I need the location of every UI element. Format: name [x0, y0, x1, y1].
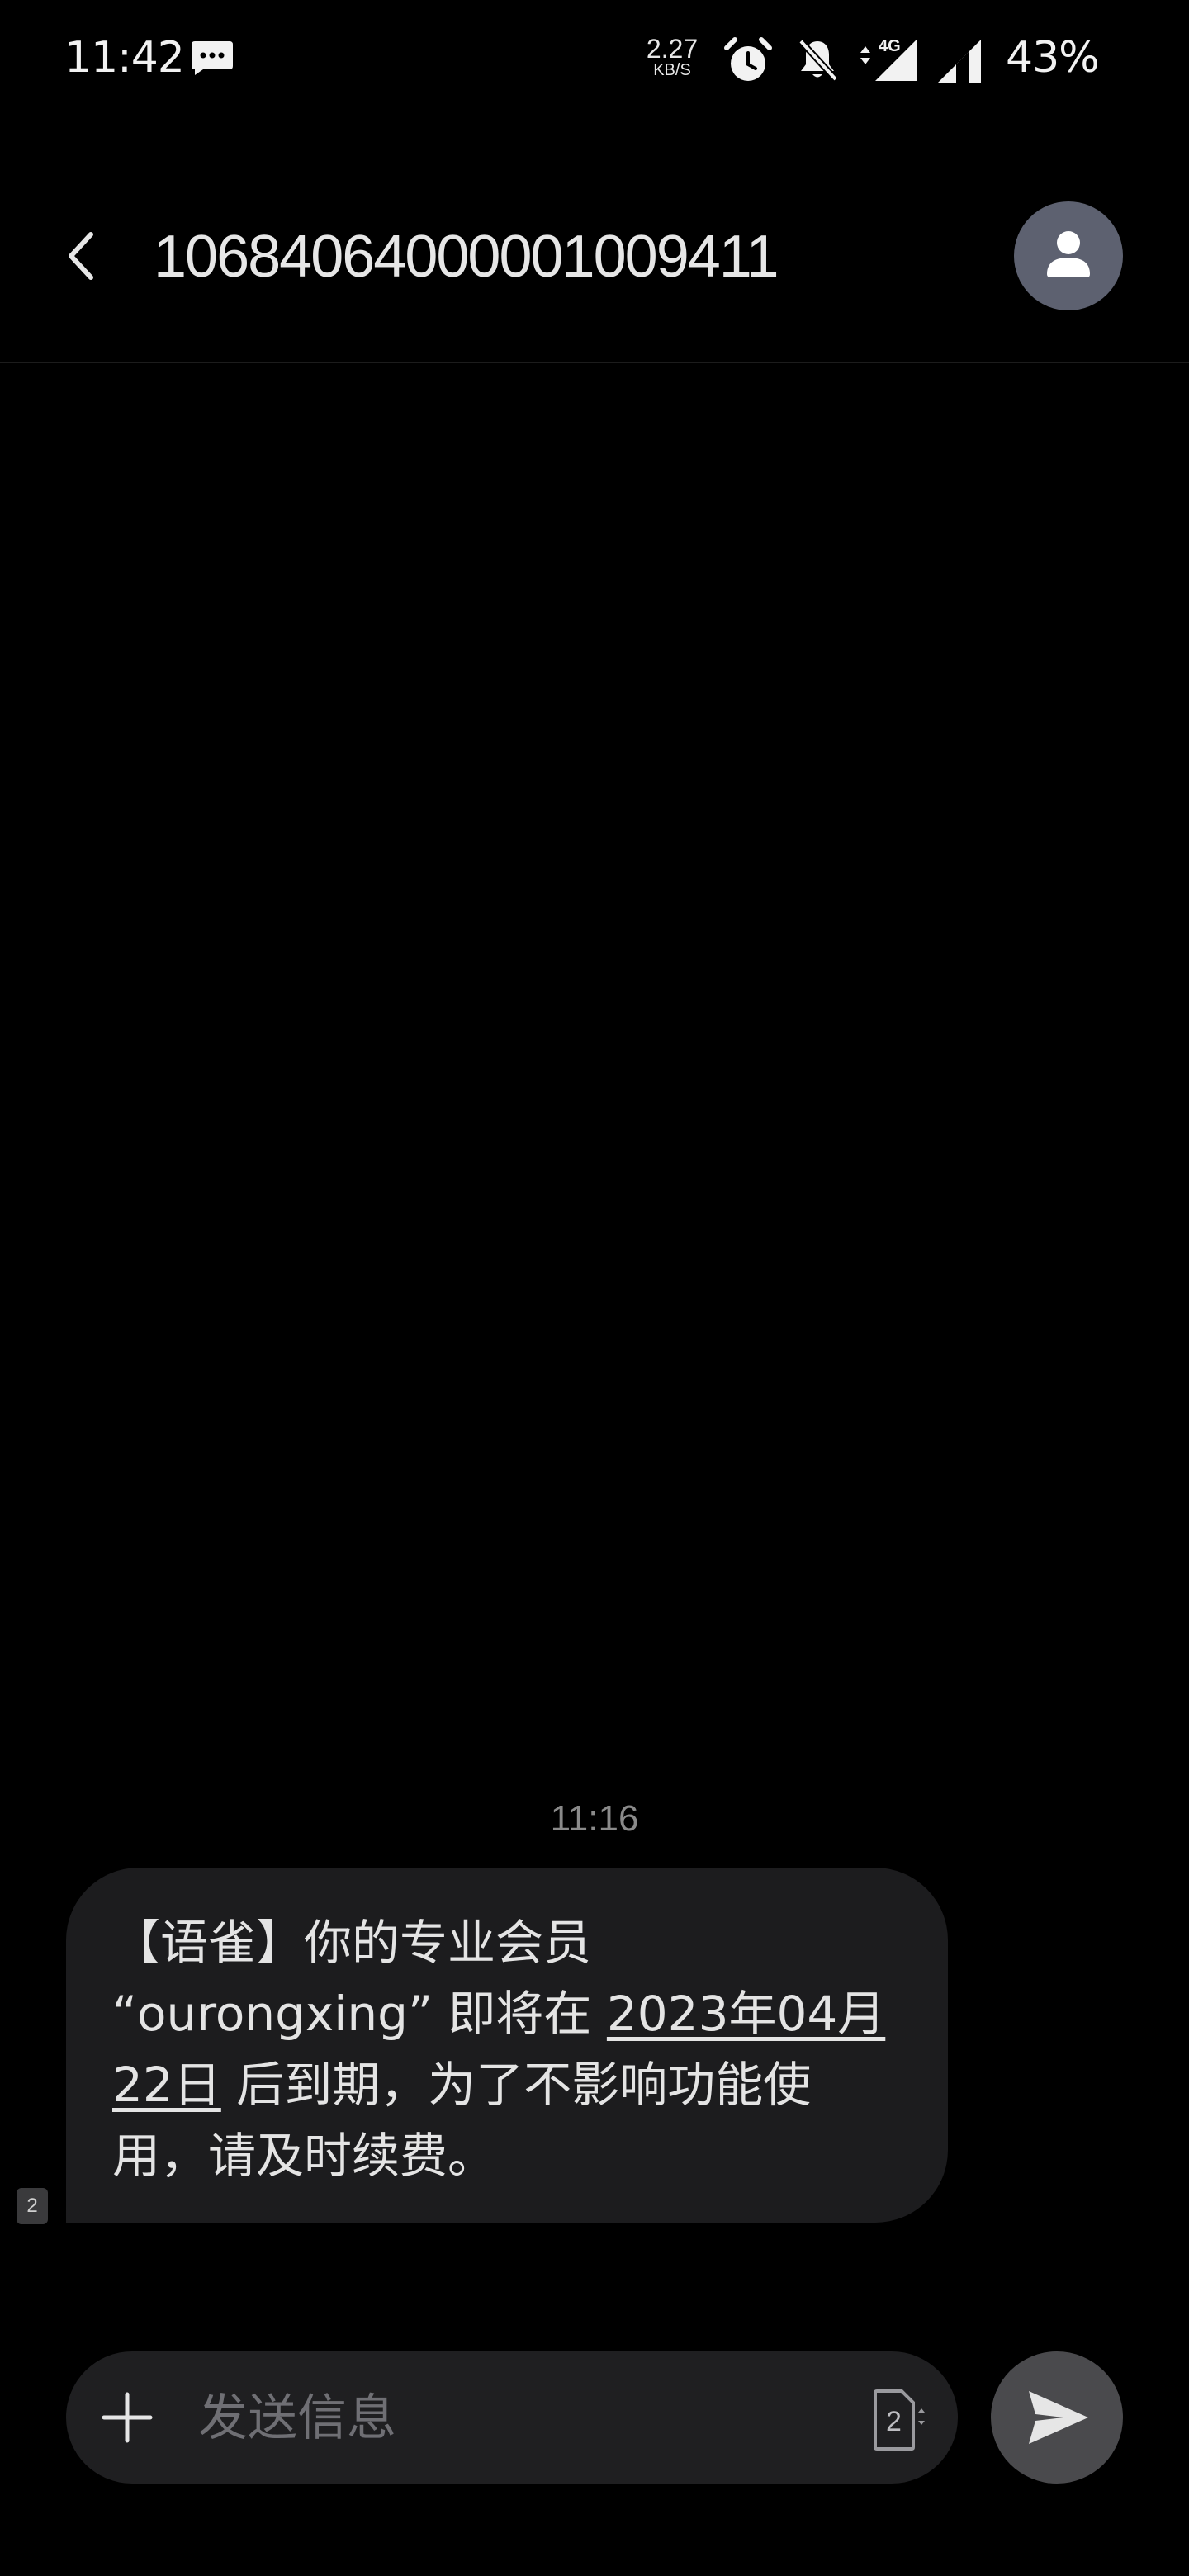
- conversation-header: 10684064000001009411: [0, 124, 1189, 363]
- date-link[interactable]: 22日: [112, 2057, 221, 2113]
- message-notification-icon: [192, 41, 233, 75]
- add-attachment-icon[interactable]: [99, 2389, 155, 2446]
- send-button[interactable]: [991, 2351, 1123, 2484]
- mute-icon: [798, 39, 838, 82]
- signal-4g-icon: 4G: [860, 37, 917, 81]
- back-icon[interactable]: [58, 223, 107, 289]
- net-speed: 2.27 KB/S: [646, 36, 699, 79]
- battery-percentage: 43%: [1006, 33, 1100, 83]
- compose-bar: 2: [66, 2351, 958, 2484]
- send-icon: [1029, 2391, 1088, 2444]
- alarm-icon: [724, 37, 772, 81]
- sim-selector-icon[interactable]: 2: [859, 2384, 928, 2454]
- sim-slot-number: 2: [886, 2406, 902, 2437]
- person-icon: [1047, 231, 1090, 277]
- message-text: “ourongxing” 即将在: [112, 1986, 607, 2042]
- network-type: 4G: [879, 37, 901, 55]
- signal-icon: [938, 40, 981, 83]
- sim-badge: 2: [17, 2188, 48, 2224]
- status-time: 11:42: [64, 33, 185, 83]
- message-bubble[interactable]: 【语雀】你的专业会员 “ourongxing” 即将在 2023年04月 22日…: [66, 1868, 948, 2223]
- net-speed-unit: KB/S: [653, 61, 691, 79]
- message-text: 【语雀】你的专业会员: [112, 1915, 592, 1971]
- status-bar: 11:42 2.27 KB/S 4G 43%: [0, 0, 1189, 124]
- net-speed-value: 2.27: [646, 34, 699, 64]
- message-text: 后到期，为了不影响功能使: [220, 2057, 812, 2113]
- contact-avatar[interactable]: [1014, 201, 1123, 310]
- contact-number: 10684064000001009411: [154, 224, 779, 290]
- message-timestamp: 11:16: [550, 1798, 639, 1839]
- message-input[interactable]: [198, 2389, 776, 2447]
- message-text: 用，请及时续费。: [112, 2128, 496, 2184]
- date-link[interactable]: 2023年04月: [607, 1986, 885, 2042]
